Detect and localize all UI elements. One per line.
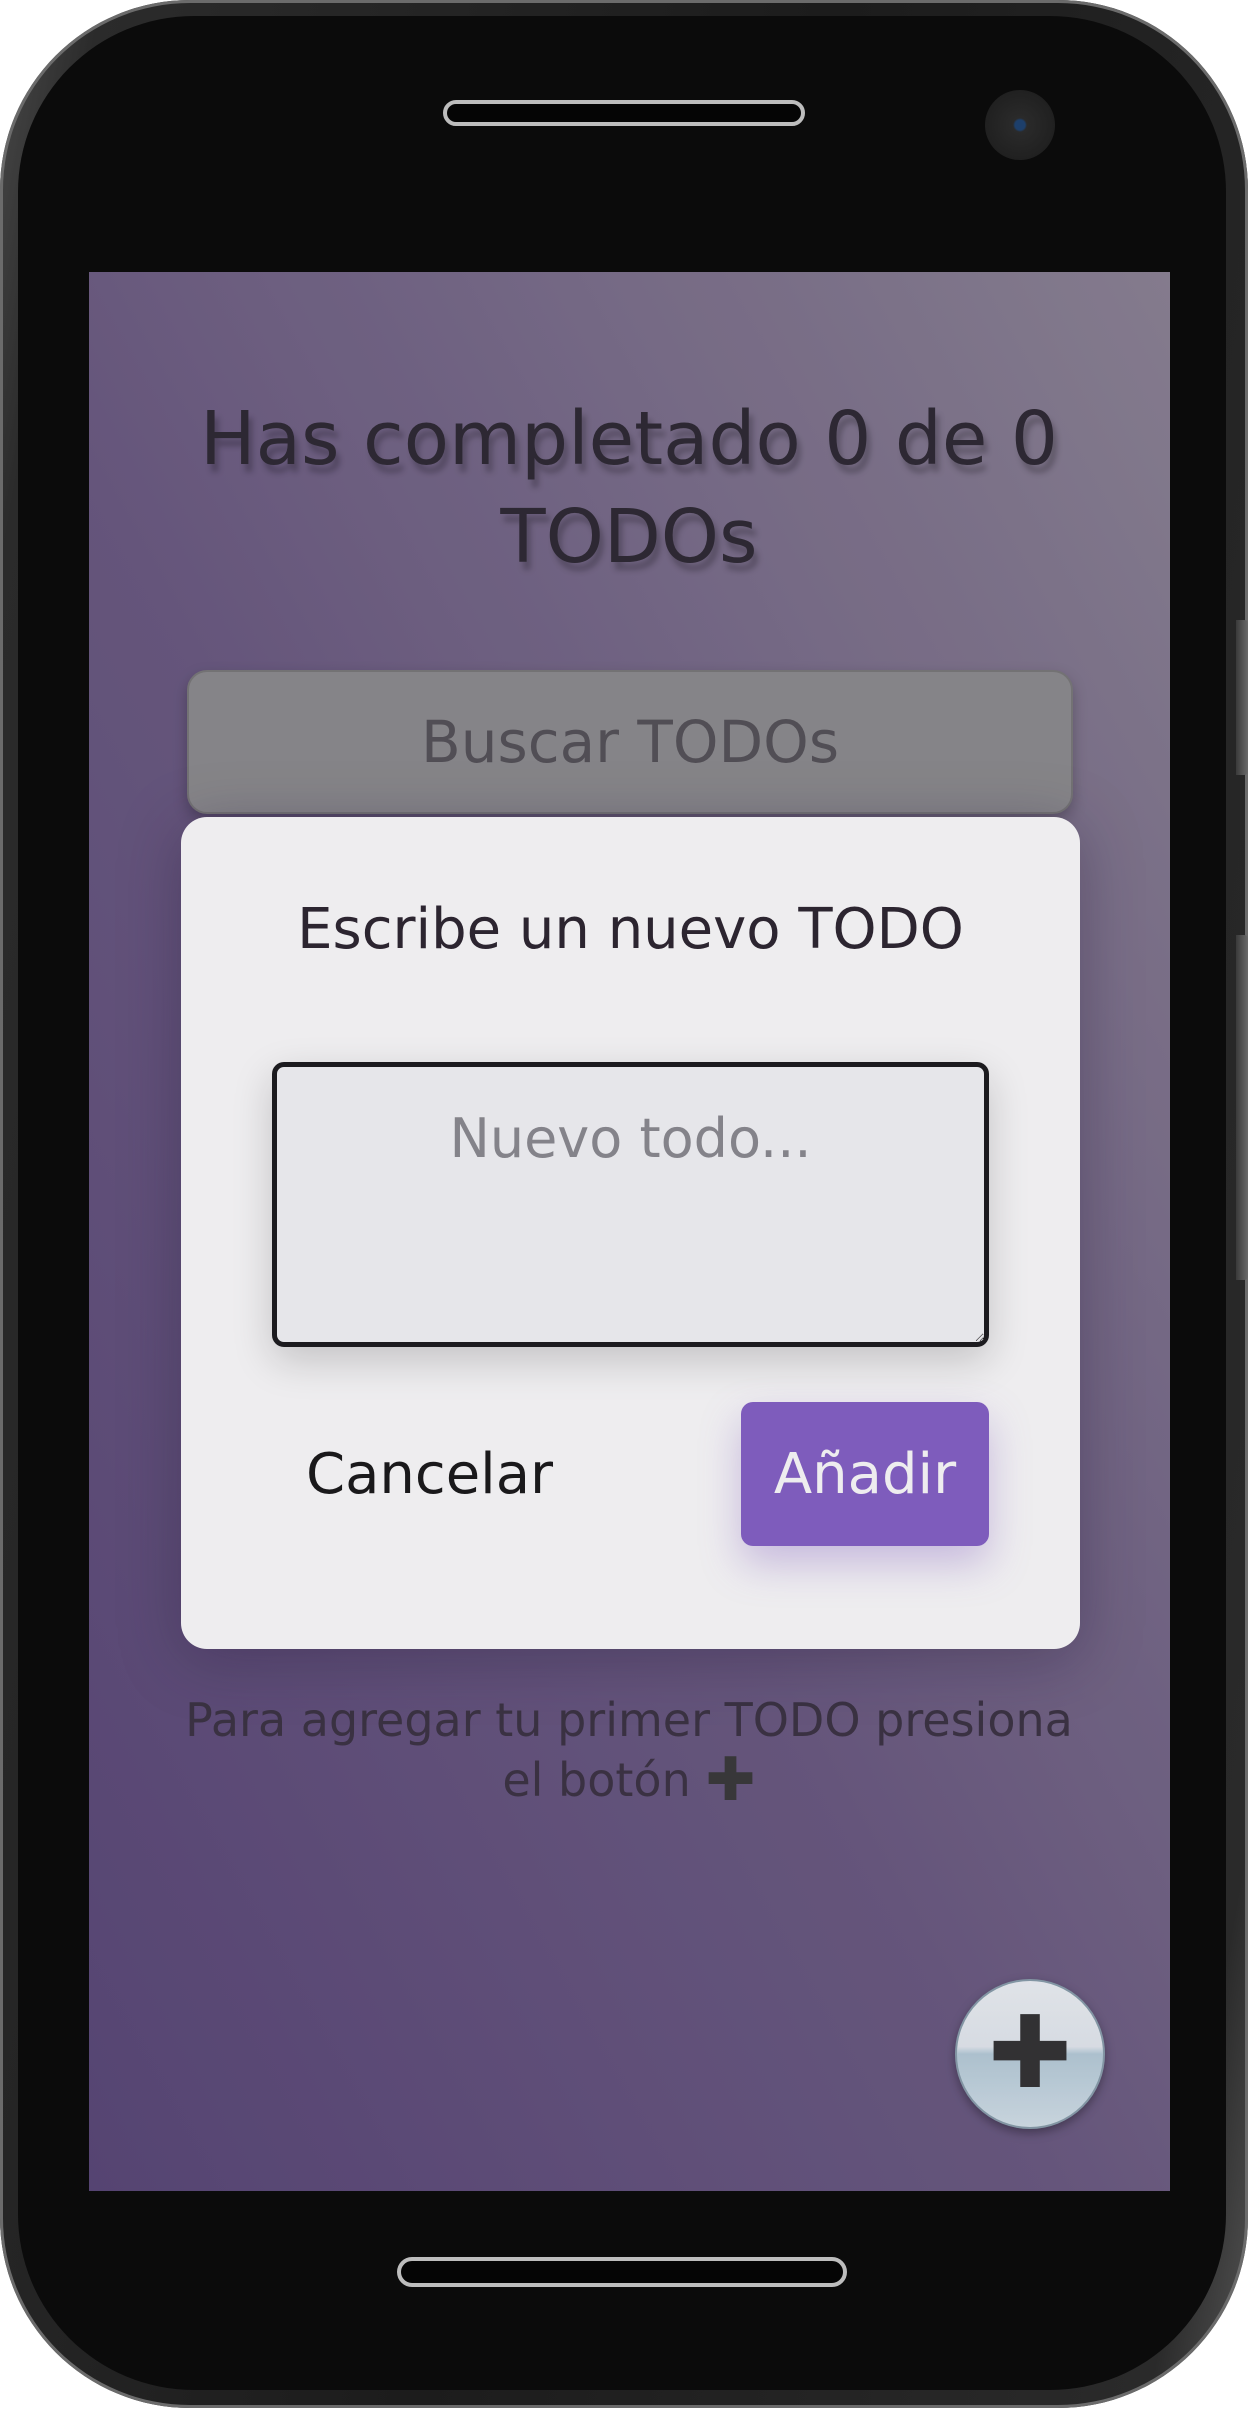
cancel-button[interactable]: Cancelar (281, 1402, 581, 1546)
phone-frame: Has completado 0 de 0 TODOs Buscar TODOs… (0, 0, 1248, 2408)
plus-icon: ✚ (988, 1994, 1072, 2111)
new-todo-textarea[interactable] (272, 1062, 989, 1347)
volume-button (1236, 935, 1248, 1280)
front-camera (985, 90, 1055, 160)
earpiece-speaker (443, 100, 805, 126)
bottom-speaker (397, 2257, 847, 2287)
empty-hint-text: Para agregar tu primer TODO presiona el … (185, 1693, 1073, 1807)
plus-icon: ✚ (705, 1745, 756, 1815)
modal-title: Escribe un nuevo TODO (297, 897, 964, 962)
add-todo-fab-button[interactable]: ✚ (955, 1979, 1105, 2129)
power-button (1236, 620, 1248, 775)
new-todo-modal: Escribe un nuevo TODO Cancelar Añadir (181, 817, 1080, 1649)
app-screen: Has completado 0 de 0 TODOs Buscar TODOs… (89, 272, 1170, 2191)
add-todo-button[interactable]: Añadir (741, 1402, 989, 1546)
search-input[interactable]: Buscar TODOs (187, 670, 1073, 814)
todo-counter-title: Has completado 0 de 0 TODOs (199, 396, 1058, 580)
empty-state-hint: Para agregar tu primer TODO presiona el … (179, 1690, 1079, 1810)
